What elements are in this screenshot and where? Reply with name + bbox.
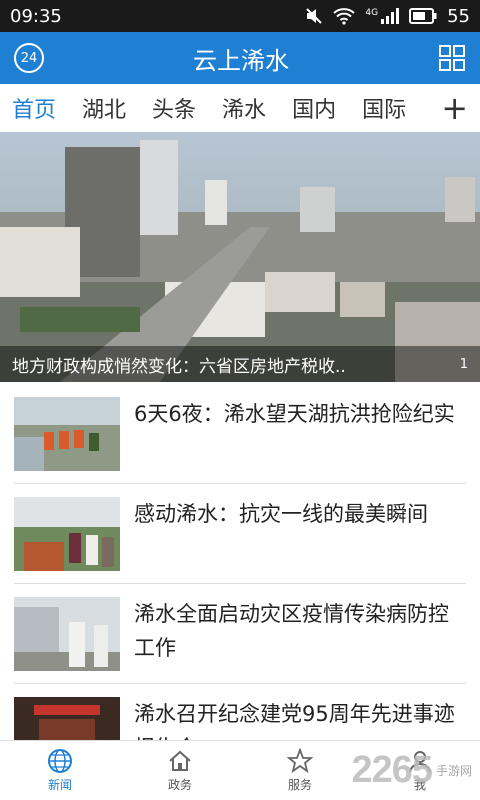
nav-government[interactable]: 政务: [120, 741, 240, 800]
badge-24-button[interactable]: 24: [14, 43, 44, 73]
watermark: 2265 手游网: [351, 749, 472, 792]
star-icon: [287, 748, 313, 774]
app-title: 云上浠水: [193, 46, 289, 75]
nav-news-label: 新闻: [47, 778, 72, 792]
news-item[interactable]: 浠水全面启动灾区疫情传染病防控工作: [0, 584, 480, 684]
disaster-relief-thumbnail: [14, 497, 120, 571]
tab-xishui[interactable]: 浠水: [222, 92, 266, 124]
battery-icon: [409, 8, 437, 24]
tab-home[interactable]: 首页: [12, 92, 56, 124]
globe-icon: [48, 749, 72, 773]
app-bar: 24 云上浠水: [0, 32, 480, 84]
city-skyline-image: [0, 132, 480, 382]
wifi-icon: [333, 8, 356, 25]
nav-service-label: 服务: [287, 778, 312, 792]
grid-menu-icon[interactable]: [438, 44, 466, 72]
watermark-number: 2265: [351, 749, 433, 791]
status-icons: 4G 55: [305, 6, 470, 27]
nav-government-label: 政务: [167, 778, 192, 792]
watermark-site: 手游网: [435, 763, 472, 778]
hero-caption-bar: 地方财政构成悄然变化：六省区房地产税收.. 1: [0, 346, 480, 382]
epidemic-prevention-thumbnail: [14, 597, 120, 671]
news-title: 浠水全面启动灾区疫情传染病防控工作: [134, 602, 449, 660]
news-title: 感动浠水：抗灾一线的最美瞬间: [134, 502, 428, 526]
hero-caption: 地方财政构成悄然变化：六省区房地产税收..: [12, 356, 346, 377]
network-type: 4G: [365, 8, 379, 18]
hero-page-indicator: 1: [459, 356, 468, 372]
category-tabs: 首页 湖北 头条 浠水 国内 国际 +: [0, 84, 480, 132]
hero-banner[interactable]: 地方财政构成悄然变化：六省区房地产税收.. 1: [0, 132, 480, 382]
flood-rescue-thumbnail: [14, 397, 120, 471]
tab-domestic[interactable]: 国内: [292, 92, 336, 124]
news-item[interactable]: 6天6夜：浠水望天湖抗洪抢险纪实: [0, 384, 480, 484]
add-tab-button[interactable]: +: [441, 92, 468, 124]
news-list: 6天6夜：浠水望天湖抗洪抢险纪实 感动浠水：抗灾一线的最美瞬间 浠水全面启动灾区…: [0, 384, 480, 784]
tab-headlines[interactable]: 头条: [152, 92, 196, 124]
tab-hubei[interactable]: 湖北: [82, 92, 126, 124]
status-bar: 09:35 4G 55: [0, 0, 480, 32]
nav-news[interactable]: 新闻: [0, 741, 120, 800]
signal-icon: 4G: [365, 8, 400, 24]
mute-icon: [306, 8, 323, 24]
news-title: 6天6夜：浠水望天湖抗洪抢险纪实: [134, 402, 455, 426]
nav-service[interactable]: 服务: [240, 741, 360, 800]
tab-international[interactable]: 国际: [362, 92, 406, 124]
battery-level: 55: [447, 5, 470, 27]
status-time: 09:35: [10, 5, 62, 27]
home-icon: [169, 750, 191, 771]
news-item[interactable]: 感动浠水：抗灾一线的最美瞬间: [0, 484, 480, 584]
